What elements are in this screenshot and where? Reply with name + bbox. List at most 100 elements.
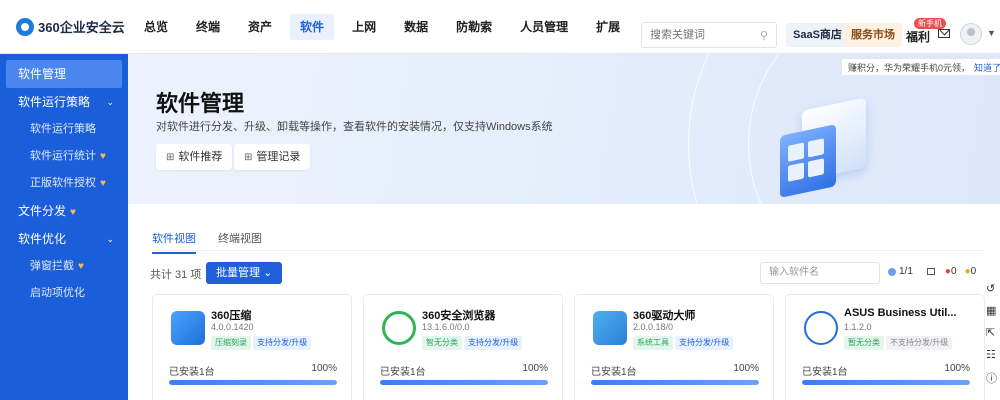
main-content: 软件管理 对软件进行分发、升级、卸载等操作，查看软件的安装情况，仅支持Windo… <box>128 54 1000 400</box>
search-input[interactable] <box>650 29 750 41</box>
nav-assets[interactable]: 资产 <box>238 14 282 40</box>
page-number[interactable]: 1/1 <box>899 266 913 277</box>
page-title: 软件管理 <box>156 91 245 116</box>
software-card[interactable]: ASUS Business Util... 1.1.2.0 暂无分类 不支持分发… <box>785 294 985 400</box>
layout-toggle-icon[interactable] <box>926 268 935 275</box>
nav-ransomware[interactable]: 防勒索 <box>446 14 502 40</box>
dismiss-tip-link[interactable]: 知道了 <box>974 63 1000 73</box>
nav-data[interactable]: 数据 <box>394 14 438 40</box>
logo-icon <box>16 17 34 36</box>
software-version: 1.1.2.0 <box>844 322 872 332</box>
search-icon[interactable]: ⚲ <box>760 29 768 42</box>
chevron-down-icon[interactable]: ▼ <box>987 28 996 38</box>
nav-terminal[interactable]: 终端 <box>186 14 230 40</box>
service-market-button[interactable]: 服务市场 <box>844 23 902 47</box>
page-indicator-icon <box>888 267 896 276</box>
network-icon[interactable]: ☷ <box>986 348 1000 370</box>
red-status-count[interactable]: ●0 <box>945 266 957 277</box>
sidebar-item-label: 文件分发 <box>18 204 67 218</box>
sidebar-item-license[interactable]: 正版软件授权 ♥ <box>0 170 128 197</box>
progress-fill <box>802 380 970 385</box>
sidebar-group-label: 软件运行策略 <box>18 95 91 109</box>
avatar[interactable] <box>960 23 982 45</box>
category-tag: 压缩刻录 <box>211 336 251 350</box>
heart-icon: ♥ <box>78 261 84 272</box>
distribution-tag: 支持分发/升级 <box>675 336 734 350</box>
browser-icon <box>382 311 416 345</box>
tab-divider <box>152 250 984 251</box>
sidebar-item-startup-optimize[interactable]: 启动项优化 <box>0 280 128 307</box>
main-nav: 总览 终端 资产 软件 上网 数据 防勒索 人员管理 扩展 <box>134 0 638 54</box>
nav-internet[interactable]: 上网 <box>342 14 386 40</box>
installed-count: 已安装1台 <box>591 367 637 378</box>
software-illustration <box>776 94 886 204</box>
software-recommend-button[interactable]: ⊞ 软件推荐 <box>156 144 233 170</box>
software-search-input[interactable]: 输入软件名 <box>760 262 880 284</box>
heart-icon: ♥ <box>100 151 106 162</box>
sidebar-item-label: 正版软件授权 <box>30 177 96 189</box>
chevron-down-icon: ⌄ <box>106 234 114 244</box>
batch-manage-button[interactable]: 批量管理 ⌄ <box>206 262 283 284</box>
export-icon[interactable]: ⇱ <box>986 326 1000 348</box>
promo-tip: 赚积分，华为荣耀手机0元领， 知道了 <box>841 58 1000 76</box>
heart-icon: ♥ <box>70 207 76 218</box>
grid-icon: ⊞ <box>244 152 253 163</box>
progress-fill <box>380 380 548 385</box>
category-tag: 智无分类 <box>422 336 462 350</box>
sidebar-item-label: 软件运行统计 <box>30 150 96 162</box>
mail-icon[interactable] <box>938 29 950 38</box>
sidebar: 软件管理 软件运行策略 ⌄ 软件运行策略 软件运行统计 ♥ 正版软件授权 ♥ 文件分… <box>0 54 128 400</box>
nav-personnel[interactable]: 人员管理 <box>510 14 578 40</box>
management-log-button[interactable]: ⊞ 管理记录 <box>234 144 311 170</box>
floating-tools: ↺ ▦ ⇱ ☷ ⓘ <box>986 282 1000 392</box>
software-version: 4.0.0.1420 <box>211 322 254 332</box>
installed-count: 已安装1台 <box>380 367 426 378</box>
sidebar-item-popup-block[interactable]: 弹窗拦截 ♥ <box>0 253 128 280</box>
nav-overview[interactable]: 总览 <box>134 14 178 40</box>
software-name: 360安全浏览器 <box>422 310 496 322</box>
install-percent: 100% <box>522 363 548 374</box>
nav-extensions[interactable]: 扩展 <box>586 14 630 40</box>
software-card[interactable]: 360压缩 4.0.0.1420 压缩刻录 支持分发/升级 已安装1台 100% <box>152 294 352 400</box>
heart-icon: ♥ <box>100 178 106 189</box>
top-navigation-bar: 360企业安全云 总览 终端 资产 软件 上网 数据 防勒索 人员管理 扩展 ⚲… <box>0 0 1000 54</box>
saas-store-button[interactable]: SaaS商店 <box>786 23 849 47</box>
tip-text: 赚积分，华为荣耀手机0元领， <box>848 63 971 73</box>
logo-text: 360企业安全云 <box>38 20 125 35</box>
software-name: 360压缩 <box>211 310 252 322</box>
red-count-value: 0 <box>950 266 957 277</box>
sidebar-item-file-distribution[interactable]: 文件分发 ♥ <box>0 197 128 225</box>
install-progress-bar <box>802 380 970 385</box>
refresh-icon[interactable]: ↺ <box>986 282 1000 304</box>
software-name: ASUS Business Util... <box>844 307 957 319</box>
sidebar-item-run-stats[interactable]: 软件运行统计 ♥ <box>0 143 128 170</box>
yellow-status-count[interactable]: ●0 <box>965 266 977 277</box>
sidebar-item-run-policy[interactable]: 软件运行策略 <box>0 116 128 143</box>
help-icon[interactable]: ⓘ <box>986 370 1000 392</box>
page-description: 对软件进行分发、升级、卸载等操作，查看软件的安装情况，仅支持Windows系统 <box>156 121 553 133</box>
driver-icon <box>593 311 627 345</box>
software-card[interactable]: 360安全浏览器 13.1.6.0/0.0 智无分类 支持分发/升级 已安装1台… <box>363 294 563 400</box>
logo[interactable]: 360企业安全云 <box>16 17 134 36</box>
sidebar-group-optimization[interactable]: 软件优化 ⌄ <box>0 225 128 253</box>
software-version: 2.0.0.18/0 <box>633 322 674 332</box>
sidebar-item-software-management[interactable]: 软件管理 <box>6 60 122 88</box>
qr-icon[interactable]: ▦ <box>986 304 1000 326</box>
yellow-count-value: 0 <box>970 266 977 277</box>
total-count: 共计 31 项 <box>150 269 202 281</box>
welfare-link[interactable]: 福利 <box>906 28 930 45</box>
nav-software[interactable]: 软件 <box>290 13 335 40</box>
installed-count: 已安装1台 <box>169 367 215 378</box>
distribution-tag: 不支持分发/升级 <box>886 336 953 350</box>
installed-count: 已安装1台 <box>802 367 848 378</box>
progress-fill <box>169 380 337 385</box>
sidebar-group-run-policy[interactable]: 软件运行策略 ⌄ <box>0 88 128 116</box>
install-percent: 100% <box>944 363 970 374</box>
global-search[interactable]: ⚲ <box>641 22 777 48</box>
sidebar-group-label: 软件优化 <box>18 232 67 246</box>
software-card[interactable]: 360驱动大师 2.0.0.18/0 系统工具 支持分发/升级 已安装1台 10… <box>574 294 774 400</box>
install-percent: 100% <box>311 363 337 374</box>
software-name: 360驱动大师 <box>633 310 696 322</box>
button-label: 管理记录 <box>256 151 301 163</box>
software-version: 13.1.6.0/0.0 <box>422 322 470 332</box>
